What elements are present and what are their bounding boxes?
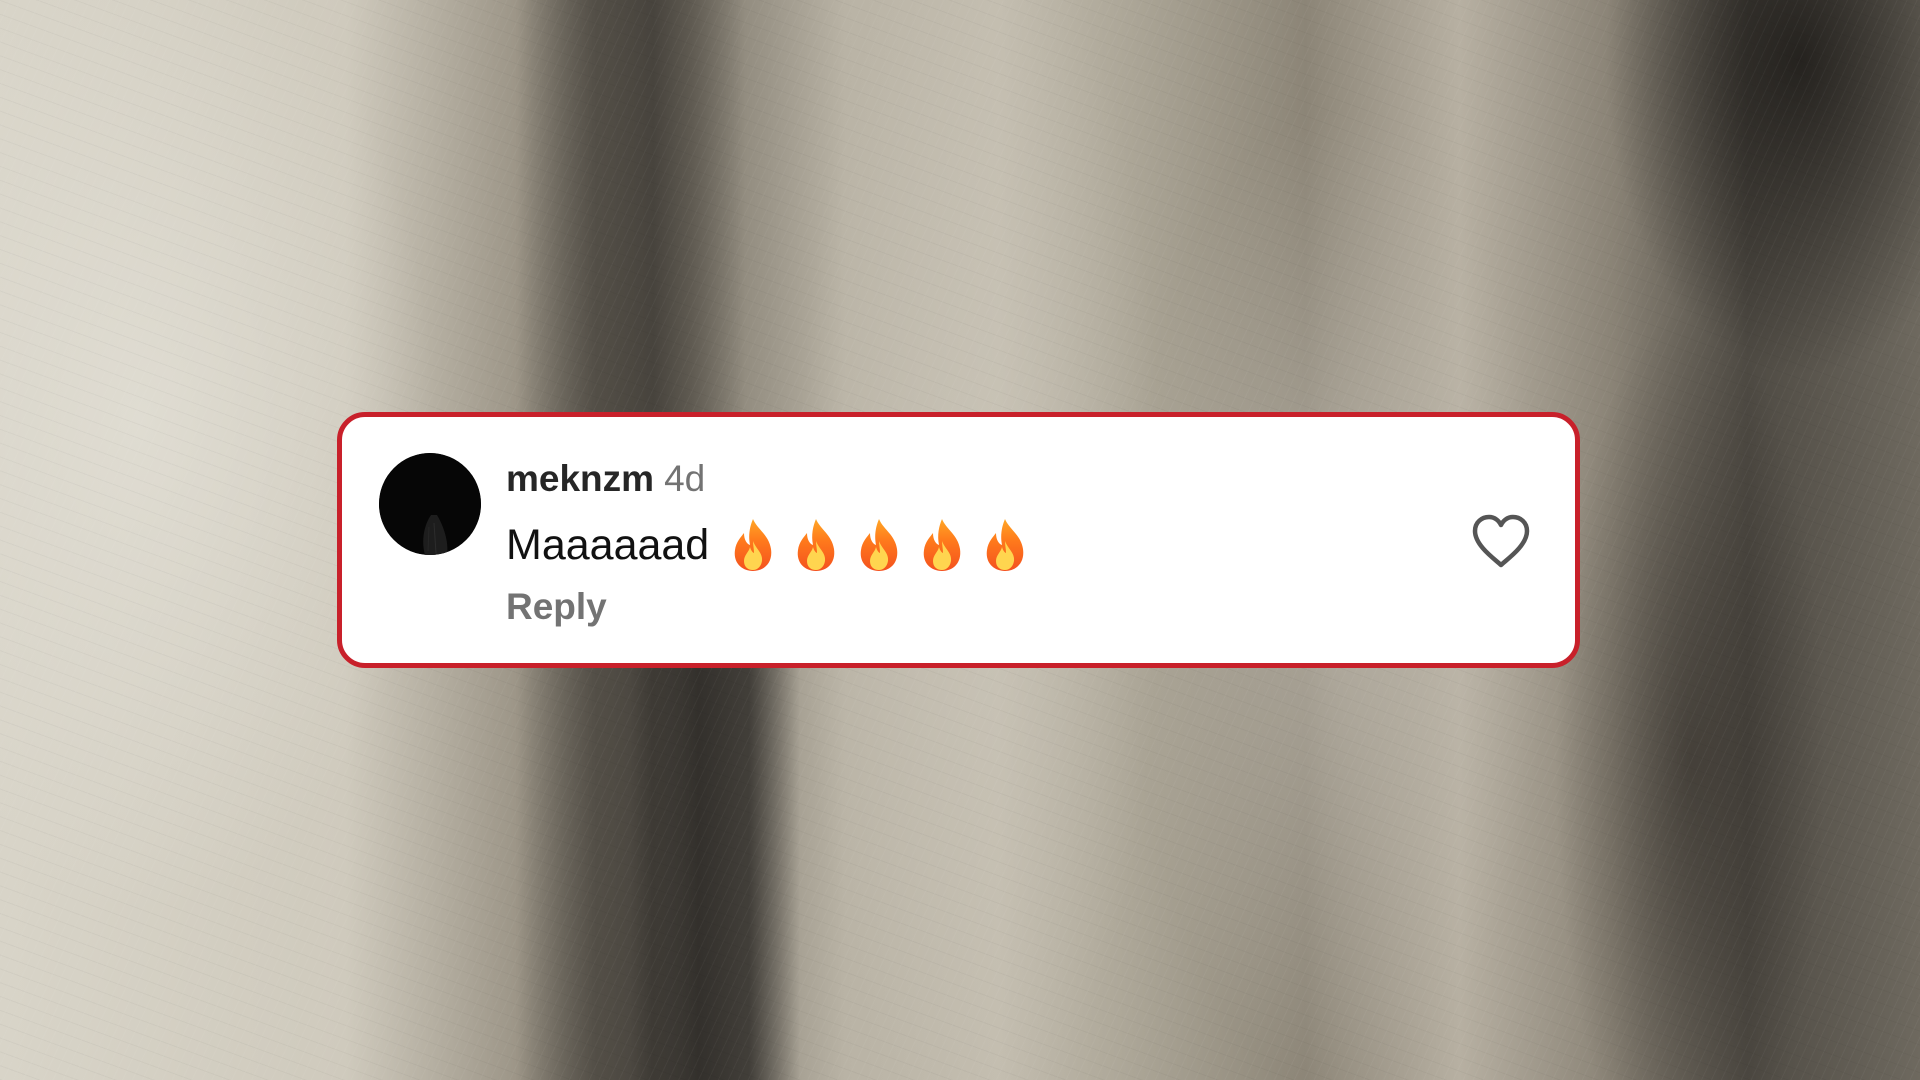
timestamp: 4d [664, 458, 706, 499]
comment-card: meknzm 4d Maaaaaad Reply [337, 412, 1580, 668]
avatar[interactable] [379, 453, 481, 555]
comment-text: Maaaaaad [506, 521, 710, 569]
username[interactable]: meknzm [506, 458, 654, 499]
reply-button[interactable]: Reply [506, 585, 607, 629]
comment-body: Maaaaaad [506, 517, 1031, 573]
avatar-image [379, 453, 481, 555]
emoji-group [727, 517, 1031, 573]
fire-emoji-icon [727, 517, 779, 573]
fire-emoji-icon [979, 517, 1031, 573]
comment-meta: meknzm 4d [506, 457, 705, 501]
fire-emoji-icon [853, 517, 905, 573]
fire-emoji-icon [790, 517, 842, 573]
heart-outline-icon[interactable] [1470, 513, 1532, 569]
fire-emoji-icon [916, 517, 968, 573]
